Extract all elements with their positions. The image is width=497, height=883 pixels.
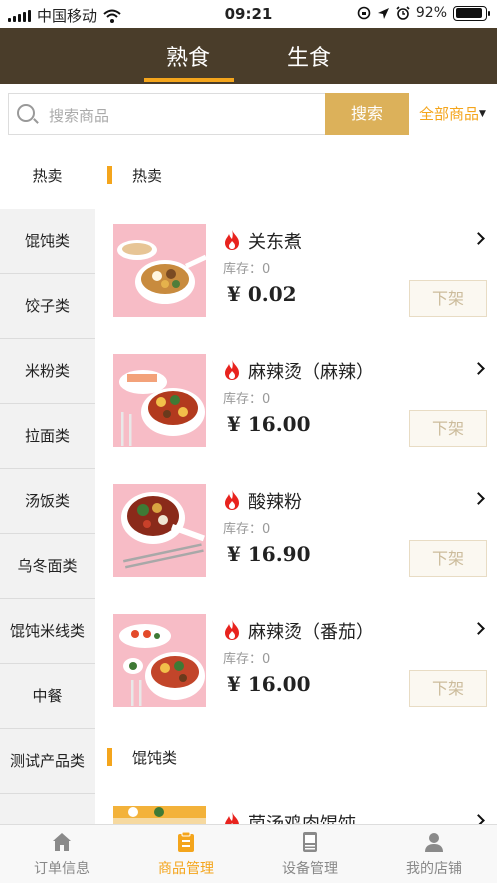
- section-header: 馄饨类: [95, 726, 497, 788]
- product-price: ¥ 16.00: [227, 412, 311, 436]
- all-goods-label: 全部商品: [419, 105, 480, 123]
- product-list: 热卖 关东煮 库存：0 ¥ 0.02 下架 麻辣烫（麻辣） 库存：0 ¥ 16.…: [95, 144, 497, 824]
- product-stock: 库存：0: [223, 522, 271, 537]
- search-icon: [17, 104, 35, 122]
- product-image: [113, 614, 206, 707]
- sidebar-item-wonton-noodle[interactable]: 馄饨米线类: [0, 599, 95, 664]
- product-image: [113, 806, 206, 824]
- section-header: 热卖: [95, 144, 497, 206]
- product-image: [113, 354, 206, 447]
- sidebar-item-test-product[interactable]: 测试产品类: [0, 729, 95, 794]
- tab-label: 订单信息: [34, 861, 90, 877]
- category-tab-bar: 熟食 生食: [0, 28, 497, 84]
- product-item[interactable]: 麻辣烫（麻辣） 库存：0 ¥ 16.00 下架: [95, 336, 497, 466]
- product-stock: 库存：0: [223, 652, 271, 667]
- status-right: 92%: [357, 5, 490, 21]
- rotation-lock-icon: [357, 6, 371, 20]
- sidebar-item-dumpling[interactable]: 饺子类: [0, 274, 95, 339]
- hot-fire-icon: [225, 812, 239, 824]
- sidebar-item-udon[interactable]: 乌冬面类: [0, 534, 95, 599]
- hot-fire-icon: [225, 490, 239, 510]
- search-row: 搜索商品 搜索 全部商品▼: [0, 84, 497, 144]
- product-item[interactable]: 菌汤鸡肉馄饨: [95, 788, 497, 824]
- sidebar-item-rice-noodle[interactable]: 米粉类: [0, 339, 95, 404]
- sidebar-item-more[interactable]: [0, 794, 95, 824]
- product-image: [113, 224, 206, 317]
- all-goods-dropdown[interactable]: 全部商品▼: [419, 103, 486, 124]
- section-title: 热卖: [132, 167, 163, 185]
- battery-icon: [453, 5, 490, 21]
- dropdown-caret-icon: ▼: [479, 109, 486, 119]
- sidebar-item-ramen[interactable]: 拉面类: [0, 404, 95, 469]
- bottom-tab-bar: 订单信息 商品管理 设备管理 我的店铺: [0, 824, 497, 883]
- product-image: [113, 484, 206, 577]
- tab-products[interactable]: 商品管理: [124, 825, 248, 883]
- sidebar-item-soup-rice[interactable]: 汤饭类: [0, 469, 95, 534]
- category-sidebar: 热卖 馄饨类 饺子类 米粉类 拉面类 汤饭类 乌冬面类 馄饨米线类 中餐 测试产…: [0, 144, 95, 824]
- delist-button[interactable]: 下架: [409, 280, 487, 317]
- sidebar-item-hot[interactable]: 热卖: [0, 144, 95, 209]
- search-input[interactable]: 搜索商品: [8, 93, 326, 135]
- product-item[interactable]: 麻辣烫（番茄） 库存：0 ¥ 16.00 下架: [95, 596, 497, 726]
- tab-orders[interactable]: 订单信息: [0, 825, 124, 883]
- delist-button[interactable]: 下架: [409, 670, 487, 707]
- location-icon: [377, 7, 389, 19]
- product-stock: 库存：0: [223, 262, 271, 277]
- chevron-right-icon[interactable]: [472, 622, 485, 635]
- active-tab-indicator: [144, 78, 234, 82]
- search-placeholder: 搜索商品: [49, 107, 110, 125]
- hot-fire-icon: [225, 360, 239, 380]
- tab-label: 我的店铺: [406, 861, 462, 877]
- product-name: 关东煮: [248, 232, 302, 253]
- product-price: ¥ 16.00: [227, 672, 311, 696]
- chevron-right-icon[interactable]: [472, 232, 485, 245]
- product-name: 麻辣烫（麻辣）: [248, 362, 374, 383]
- product-item[interactable]: 关东煮 库存：0 ¥ 0.02 下架: [95, 206, 497, 336]
- product-price: ¥ 16.90: [227, 542, 311, 566]
- tab-devices[interactable]: 设备管理: [248, 825, 372, 883]
- user-icon: [425, 833, 443, 852]
- tab-cooked-food[interactable]: 熟食: [166, 40, 210, 72]
- status-bar: 中国移动 09:21 92%: [0, 0, 497, 28]
- clipboard-icon: [178, 832, 194, 852]
- device-icon: [303, 832, 317, 852]
- sidebar-item-wonton[interactable]: 馄饨类: [0, 209, 95, 274]
- tab-label: 设备管理: [282, 861, 338, 877]
- hot-fire-icon: [225, 230, 239, 250]
- tab-my-store[interactable]: 我的店铺: [372, 825, 496, 883]
- delist-button[interactable]: 下架: [409, 540, 487, 577]
- sidebar-item-chinese-meal[interactable]: 中餐: [0, 664, 95, 729]
- product-price: ¥ 0.02: [227, 282, 297, 306]
- product-name: 酸辣粉: [248, 492, 302, 513]
- chevron-right-icon[interactable]: [472, 492, 485, 505]
- section-marker: [107, 748, 112, 766]
- product-name: 菌汤鸡肉馄饨: [248, 810, 356, 824]
- section-title: 馄饨类: [132, 749, 178, 767]
- product-name: 麻辣烫（番茄）: [248, 622, 374, 643]
- tab-raw-food[interactable]: 生食: [287, 40, 331, 72]
- delist-button[interactable]: 下架: [409, 410, 487, 447]
- search-button[interactable]: 搜索: [325, 93, 409, 135]
- home-icon: [53, 833, 71, 851]
- section-marker: [107, 166, 112, 184]
- tab-label: 商品管理: [158, 861, 214, 877]
- chevron-right-icon[interactable]: [472, 814, 485, 824]
- chevron-right-icon[interactable]: [472, 362, 485, 375]
- product-item[interactable]: 酸辣粉 库存：0 ¥ 16.90 下架: [95, 466, 497, 596]
- battery-percent: 92%: [415, 5, 447, 21]
- alarm-icon: [396, 6, 410, 20]
- product-stock: 库存：0: [223, 392, 271, 407]
- hot-fire-icon: [225, 620, 239, 640]
